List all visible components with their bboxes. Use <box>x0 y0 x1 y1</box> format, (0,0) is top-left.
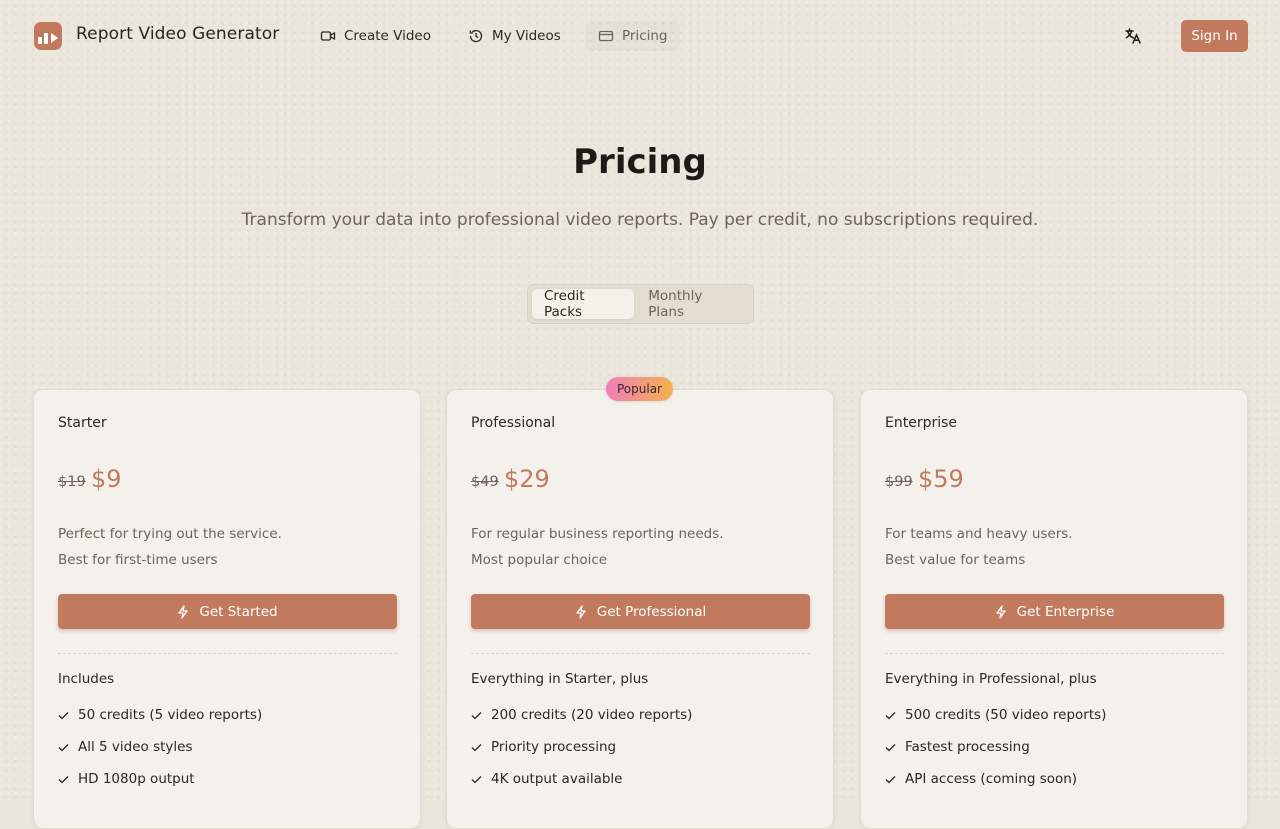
feature-item: All 5 video styles <box>58 739 192 755</box>
check-icon <box>885 775 896 783</box>
lightning-icon <box>995 604 1006 619</box>
brand-name[interactable]: Report Video Generator <box>76 24 279 44</box>
billing-toggle: Credit Packs Monthly Plans <box>527 284 754 324</box>
history-icon <box>469 29 483 43</box>
check-icon <box>58 743 69 751</box>
lightning-icon <box>576 604 586 619</box>
plan-note: Best for first-time users <box>58 552 218 568</box>
feature-label: Fastest processing <box>905 739 1030 755</box>
feature-item: 500 credits (50 video reports) <box>885 707 1106 723</box>
lightning-icon <box>178 604 189 619</box>
plan-card-starter: Starter $19 $9 Perfect for trying out th… <box>33 389 421 829</box>
plan-price: $9 <box>91 465 122 493</box>
feature-item: API access (coming soon) <box>885 771 1077 787</box>
plan-description: Perfect for trying out the service. <box>58 526 282 542</box>
feature-item: HD 1080p output <box>58 771 195 787</box>
feature-label: 500 credits (50 video reports) <box>905 707 1107 723</box>
nav-create-video-label: Create Video <box>344 28 431 44</box>
get-enterprise-button[interactable]: Get Enterprise <box>885 594 1224 629</box>
feature-item: Priority processing <box>471 739 616 755</box>
top-nav: Report Video Generator Create Video My V… <box>0 0 1280 72</box>
nav-my-videos-label: My Videos <box>492 28 561 44</box>
feature-label: HD 1080p output <box>78 771 195 787</box>
page-subtitle: Transform your data into professional vi… <box>241 210 1039 230</box>
feature-item: 200 credits (20 video reports) <box>471 707 692 723</box>
check-icon <box>471 743 482 751</box>
plan-old-price: $19 <box>58 474 86 490</box>
nav-pricing-label: Pricing <box>622 28 668 44</box>
sign-in-button[interactable]: Sign In <box>1181 20 1248 52</box>
plan-card-professional: Professional $49 $29 For regular busines… <box>446 389 834 829</box>
feature-label: 4K output available <box>491 771 623 787</box>
feature-item: 4K output available <box>471 771 623 787</box>
plan-old-price: $49 <box>471 474 499 490</box>
check-icon <box>885 711 896 719</box>
nav-pricing[interactable]: Pricing <box>586 21 680 51</box>
plan-name: Starter <box>58 415 107 431</box>
plan-price: $59 <box>918 465 964 493</box>
nav-my-videos[interactable]: My Videos <box>456 21 573 51</box>
page-title: Pricing <box>573 142 707 182</box>
feature-label: API access (coming soon) <box>905 771 1078 787</box>
check-icon <box>471 775 482 783</box>
get-professional-button[interactable]: Get Professional <box>471 594 810 629</box>
tab-credit-packs[interactable]: Credit Packs <box>532 288 635 320</box>
cta-label: Get Professional <box>596 603 707 620</box>
check-icon <box>58 711 69 719</box>
plan-price: $29 <box>504 465 550 493</box>
check-icon <box>885 743 896 751</box>
plan-name: Enterprise <box>885 415 958 431</box>
plan-description: For regular business reporting needs. <box>471 526 724 542</box>
get-started-button[interactable]: Get Started <box>58 594 397 629</box>
credit-card-icon <box>598 30 614 42</box>
check-icon <box>58 775 69 783</box>
plan-description: For teams and heavy users. <box>885 526 1073 542</box>
feature-label: 50 credits (5 video reports) <box>78 707 263 723</box>
tab-monthly-plans[interactable]: Monthly Plans <box>636 288 749 320</box>
popular-badge: Popular <box>606 377 673 401</box>
plan-name: Professional <box>471 415 556 431</box>
translate-icon[interactable] <box>1122 25 1144 47</box>
feature-label: Priority processing <box>491 739 617 755</box>
plan-note: Best value for teams <box>885 552 1026 568</box>
divider <box>58 653 397 654</box>
includes-heading: Everything in Starter, plus <box>471 671 649 687</box>
check-icon <box>471 711 482 719</box>
divider <box>885 653 1224 654</box>
cta-label: Get Enterprise <box>1016 603 1115 620</box>
nav-create-video[interactable]: Create Video <box>308 21 443 51</box>
includes-heading: Includes <box>58 671 115 687</box>
plan-card-enterprise: Enterprise $99 $59 For teams and heavy u… <box>860 389 1248 829</box>
feature-label: All 5 video styles <box>78 739 193 755</box>
logo-icon[interactable] <box>34 22 62 50</box>
feature-item: Fastest processing <box>885 739 1030 755</box>
feature-item: 50 credits (5 video reports) <box>58 707 262 723</box>
video-camera-icon <box>320 31 336 41</box>
divider <box>471 653 810 654</box>
plan-old-price: $99 <box>885 474 913 490</box>
plan-note: Most popular choice <box>471 552 608 568</box>
cta-label: Get Started <box>199 603 278 620</box>
feature-label: 200 credits (20 video reports) <box>491 707 693 723</box>
includes-heading: Everything in Professional, plus <box>885 671 1097 687</box>
